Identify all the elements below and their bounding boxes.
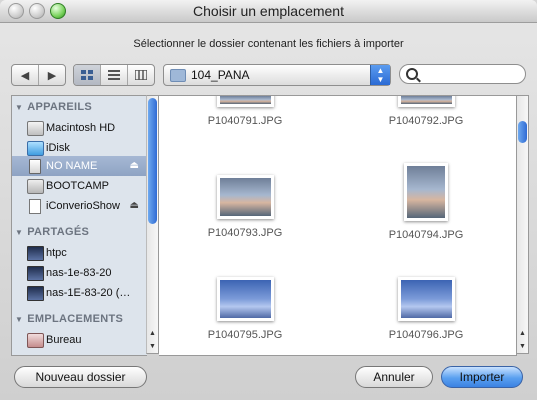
disclosure-triangle-icon: ▼ <box>15 228 24 237</box>
file-tile[interactable]: P1040795.JPG <box>190 277 300 341</box>
image-thumbnail <box>216 277 274 321</box>
sidebar-section-devices[interactable]: ▼ APPAREILS <box>12 101 147 117</box>
icon-view-icon[interactable] <box>74 65 101 85</box>
sidebar-section-shared[interactable]: ▼ PARTAGÉS <box>12 226 147 242</box>
search-icon <box>406 68 418 80</box>
image-thumbnail <box>216 96 274 107</box>
sidebar-item-idisk[interactable]: iDisk <box>12 138 147 158</box>
monitor-icon <box>27 286 44 301</box>
image-thumbnail <box>397 277 455 321</box>
import-button[interactable]: Importer <box>441 366 523 388</box>
window-title: Choisir un emplacement <box>193 3 344 19</box>
search-field[interactable] <box>399 64 526 84</box>
hard-disk-icon <box>27 179 44 194</box>
file-tile[interactable]: P1040796.JPG <box>371 277 481 341</box>
forward-arrow-icon[interactable]: ▶ <box>39 65 65 85</box>
back-arrow-icon[interactable]: ◀ <box>12 65 39 85</box>
location-popup[interactable]: 104_PANA ▲ ▼ <box>163 64 391 86</box>
folder-icon <box>170 69 186 82</box>
sidebar-scroll-thumb[interactable] <box>148 98 157 224</box>
sidebar: ▼ APPAREILS Macintosh HD iDisk NO NAME ⏏ … <box>11 95 147 356</box>
disclosure-triangle-icon: ▼ <box>15 103 24 112</box>
file-browser-scroll-thumb[interactable] <box>518 121 527 143</box>
sidebar-item-macintosh-hd[interactable]: Macintosh HD <box>12 118 147 138</box>
sidebar-item-nas-2[interactable]: nas-1E-83-20 (… <box>12 283 147 303</box>
sidebar-section-places[interactable]: ▼ EMPLACEMENTS <box>12 313 147 329</box>
title-bar: Choisir un emplacement <box>0 0 537 23</box>
file-tile[interactable]: P1040794.JPG <box>371 163 481 241</box>
file-browser-scrollbar[interactable]: ▲ ▼ <box>516 95 529 354</box>
cancel-button[interactable]: Annuler <box>355 366 433 388</box>
new-folder-button[interactable]: Nouveau dossier <box>14 366 147 388</box>
scroll-arrows-icon[interactable]: ▲ ▼ <box>517 327 528 353</box>
file-tile[interactable]: P1040793.JPG <box>190 169 300 239</box>
idisk-icon <box>27 141 44 156</box>
file-name: P1040792.JPG <box>388 115 464 127</box>
usb-drive-icon <box>29 159 41 174</box>
view-mode-buttons <box>73 64 155 86</box>
file-name: P1040796.JPG <box>388 329 464 341</box>
file-name: P1040793.JPG <box>207 227 283 239</box>
sidebar-item-nas-1[interactable]: nas-1e-83-20 <box>12 263 147 283</box>
scroll-arrows-icon[interactable]: ▲ ▼ <box>147 327 158 353</box>
file-browser: P1040791.JPG P1040792.JPG P1040793.JPG P… <box>159 95 517 356</box>
sidebar-item-iconverioshow[interactable]: iConverioShow ⏏ <box>12 196 147 216</box>
sidebar-item-no-name[interactable]: NO NAME ⏏ <box>12 156 147 176</box>
image-thumbnail <box>404 163 448 221</box>
image-thumbnail <box>397 96 455 107</box>
dialog-window: Choisir un emplacement Sélectionner le d… <box>0 0 537 400</box>
dialog-prompt: Sélectionner le dossier contenant les fi… <box>133 38 404 50</box>
document-icon <box>29 199 41 214</box>
monitor-icon <box>27 246 44 261</box>
file-name: P1040794.JPG <box>388 229 464 241</box>
file-tile[interactable]: P1040792.JPG <box>371 96 481 127</box>
file-name: P1040791.JPG <box>207 115 283 127</box>
column-view-icon[interactable] <box>128 65 154 85</box>
navigation-buttons: ◀ ▶ <box>11 64 66 86</box>
popup-arrows-icon: ▲ ▼ <box>370 65 390 85</box>
sidebar-item-htpc[interactable]: htpc <box>12 243 147 263</box>
hard-disk-icon <box>27 121 44 136</box>
list-view-icon[interactable] <box>101 65 128 85</box>
desktop-icon <box>27 333 44 348</box>
sidebar-scrollbar[interactable]: ▲ ▼ <box>146 95 159 354</box>
search-input[interactable] <box>422 67 522 83</box>
eject-icon[interactable]: ⏏ <box>130 160 139 171</box>
file-name: P1040795.JPG <box>207 329 283 341</box>
disclosure-triangle-icon: ▼ <box>15 315 24 324</box>
eject-icon[interactable]: ⏏ <box>130 200 139 211</box>
sidebar-item-bureau[interactable]: Bureau <box>12 330 147 350</box>
image-thumbnail <box>216 175 274 219</box>
location-popup-label: 104_PANA <box>191 68 250 82</box>
sidebar-item-bootcamp[interactable]: BOOTCAMP <box>12 176 147 196</box>
file-tile[interactable]: P1040791.JPG <box>190 96 300 127</box>
monitor-icon <box>27 266 44 281</box>
